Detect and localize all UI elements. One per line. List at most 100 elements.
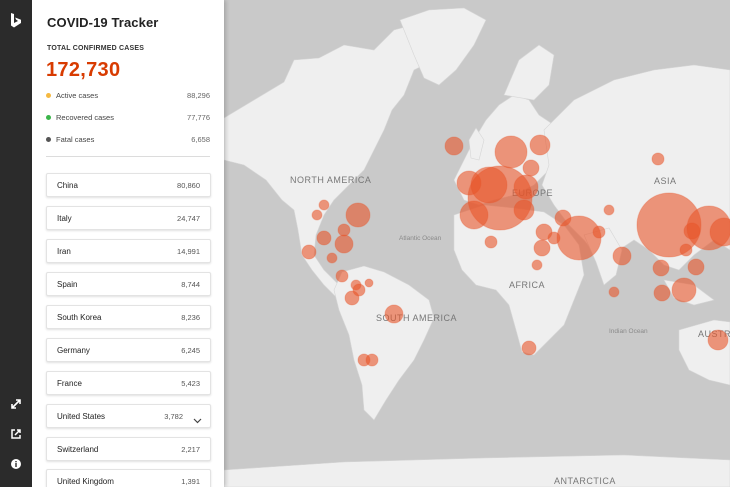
stat-value: 77,776 [187,113,210,122]
country-item-united-kingdom[interactable]: United Kingdom 1,391 [46,469,211,487]
country-item-germany[interactable]: Germany 6,245 [46,338,211,362]
total-cases-value: 172,730 [46,59,121,81]
scandinavia-land [503,44,555,101]
bubble-spain [459,200,489,230]
chevron-down-icon[interactable] [193,412,202,430]
left-rail [0,0,32,487]
info-icon[interactable] [6,454,26,474]
bubble-south-africa [521,340,537,356]
north-america-label: NORTH AMERICA [290,175,371,185]
bubble-mexico [335,269,349,283]
stat-active: Active cases 88,296 [46,90,210,102]
country-item-united-states[interactable]: United States 3,782 [46,404,211,428]
antarctica-label: ANTARCTICA [554,476,616,486]
africa-label: AFRICA [509,280,545,290]
country-value: 2,217 [181,445,200,454]
bubble-venezuela [364,278,374,288]
bubble-indonesia [653,284,671,302]
map-canvas: NORTH AMERICA SOUTH AMERICA AFRICA EUROP… [224,7,730,487]
country-item-china[interactable]: China 80,860 [46,173,211,197]
country-value: 8,744 [181,280,200,289]
total-cases-label: TOTAL CONFIRMED CASES [47,45,145,52]
world-map[interactable]: NORTH AMERICA SOUTH AMERICA AFRICA EUROP… [224,0,730,487]
bubble-florida [326,252,338,264]
page-title: COVID-19 Tracker [47,15,159,30]
bubble-chicago [337,223,351,237]
bubble-canada [318,199,330,211]
stat-value: 6,658 [191,135,210,144]
bubble-iceland [444,136,464,156]
country-item-iran[interactable]: Iran 14,991 [46,239,211,263]
country-value: 24,747 [177,214,200,223]
indian-ocean-label: Indian Ocean [609,328,648,335]
tracker-panel: COVID-19 Tracker TOTAL CONFIRMED CASES 1… [32,0,224,487]
stat-label: Fatal cases [56,135,95,144]
country-item-italy[interactable]: Italy 24,747 [46,206,211,230]
country-name: Spain [57,280,78,289]
bubble-argentina [357,353,371,367]
north-america-land [224,21,445,311]
bing-logo-icon[interactable] [6,10,26,30]
bubble-egypt [547,231,561,245]
bubble-colombia [344,290,360,306]
country-value: 8,236 [181,313,200,322]
fatal-dot-icon [46,137,51,142]
bubble-washington [334,234,354,254]
country-item-spain[interactable]: Spain 8,744 [46,272,211,296]
divider [46,156,210,157]
country-name: France [57,379,82,388]
country-value: 3,782 [164,412,183,421]
bubble-seattle [311,209,323,221]
bubble-philippines [687,258,705,276]
bubble-australia [707,329,729,351]
country-item-south-korea[interactable]: South Korea 8,236 [46,305,211,329]
expand-icon[interactable] [6,394,26,414]
bubble-poland [522,159,540,177]
bubble-algeria [484,235,498,249]
country-name: Italy [57,214,72,223]
stat-value: 88,296 [187,91,210,100]
share-icon[interactable] [6,424,26,444]
atlantic-ocean-label: Atlantic Ocean [399,235,442,242]
country-item-switzerland[interactable]: Switzerland 2,217 [46,437,211,461]
country-name: China [57,181,78,190]
bubble-california [316,230,332,246]
bubble-texas [301,244,317,260]
bubble-germany [513,174,539,200]
country-value: 1,391 [181,477,200,486]
app-root: COVID-19 Tracker TOTAL CONFIRMED CASES 1… [0,0,730,487]
stat-label: Recovered cases [56,113,114,122]
country-name: Germany [57,346,90,355]
bubble-taiwan [683,222,701,240]
stat-fatal: Fatal cases 6,658 [46,134,210,146]
bubble-uk [456,170,482,196]
country-name: South Korea [57,313,102,322]
bubble-brazil [384,304,404,324]
stat-label: Active cases [56,91,99,100]
bubble-vietnam [652,259,670,277]
stat-recovered: Recovered cases 77,776 [46,112,210,124]
bubble-italy [513,199,535,221]
country-value: 5,423 [181,379,200,388]
bubble-kazakhstan [603,204,615,216]
bubble-turkey [554,209,572,227]
bubble-pakistan [592,225,606,239]
bubble-scandinavia [494,135,528,169]
country-name: Switzerland [57,445,99,454]
bubble-new-york [345,202,371,228]
bubble-hong-kong [679,243,693,257]
country-value: 14,991 [177,247,200,256]
country-name: Iran [57,247,71,256]
country-item-france[interactable]: France 5,423 [46,371,211,395]
country-name: United States [57,412,106,421]
country-name: United Kingdom [57,477,114,486]
country-value: 80,860 [177,181,200,190]
south-america-land [333,265,435,421]
country-value: 6,245 [181,346,200,355]
active-dot-icon [46,93,51,98]
bubble-sudan [531,259,543,271]
bubble-finland [529,134,551,156]
bubble-india [612,246,632,266]
recovered-dot-icon [46,115,51,120]
bubble-sri-lanka [608,286,620,298]
